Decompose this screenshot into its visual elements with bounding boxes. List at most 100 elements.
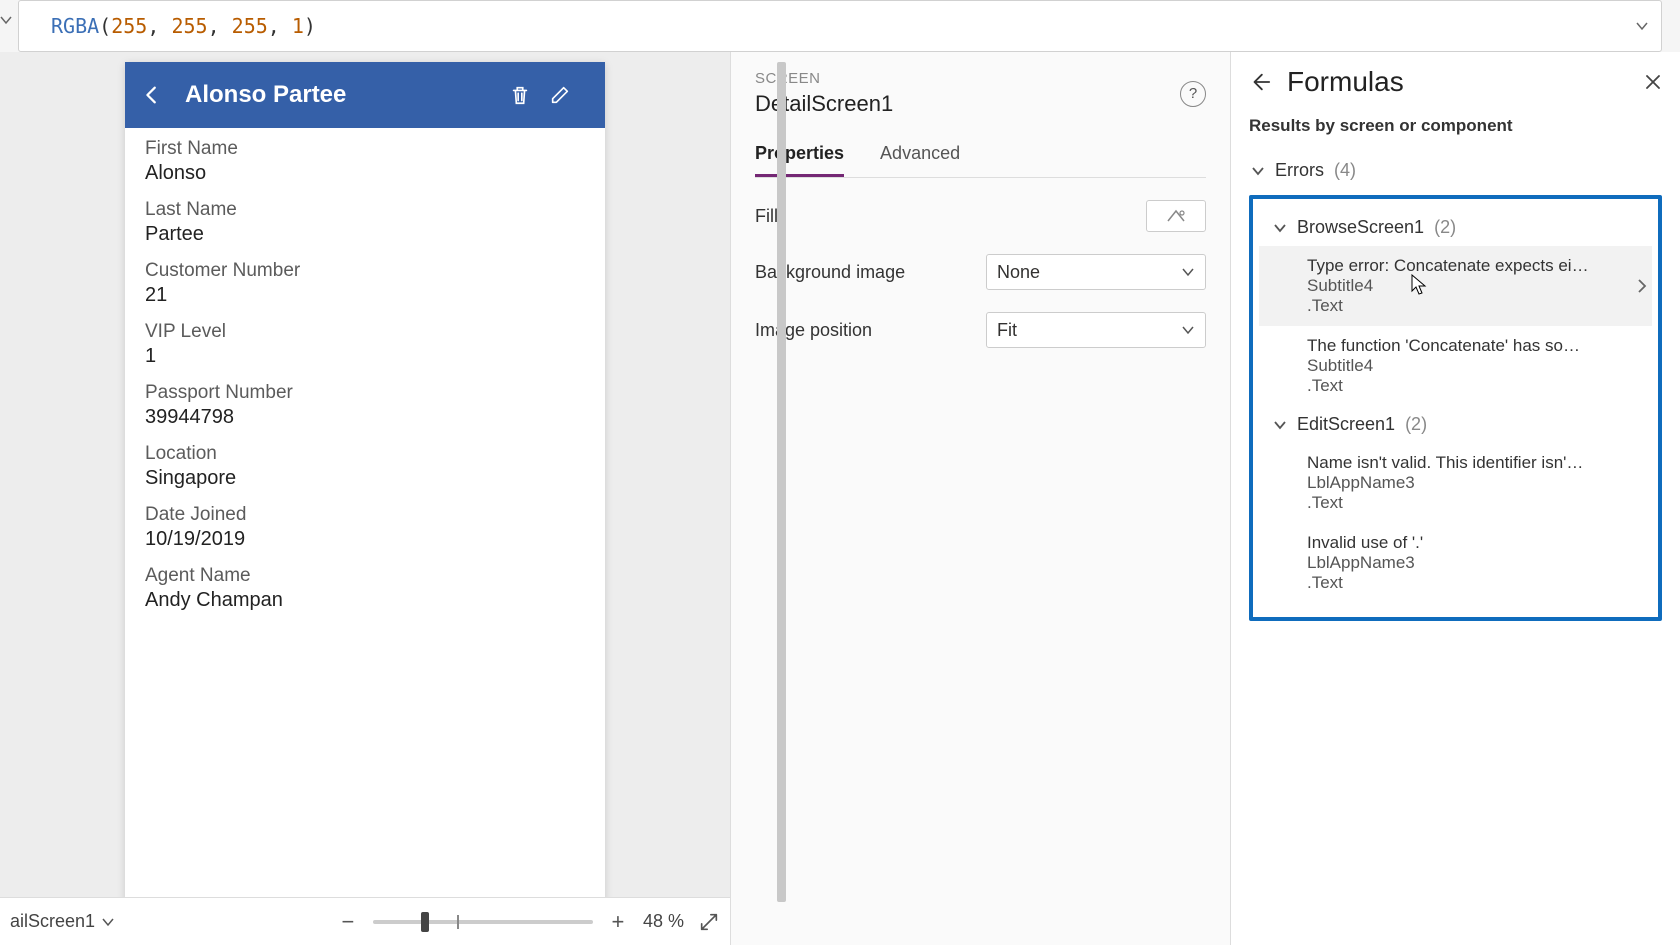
- props-kicker: SCREEN: [755, 70, 893, 87]
- cursor-icon: [1411, 274, 1427, 296]
- zoom-thumb[interactable]: [421, 912, 429, 932]
- field-label: VIP Level: [145, 321, 585, 343]
- imgpos-value: Fit: [997, 320, 1017, 341]
- group-label: BrowseScreen1: [1297, 217, 1424, 238]
- bgimage-select[interactable]: None: [986, 254, 1206, 290]
- help-icon[interactable]: ?: [1180, 81, 1206, 107]
- scrollbar[interactable]: [777, 62, 786, 902]
- field-block: LocationSingapore: [145, 443, 585, 490]
- prop-imgpos-label: Image position: [755, 320, 986, 341]
- field-value: 10/19/2019: [145, 528, 585, 551]
- detail-title: Alonso Partee: [171, 81, 509, 109]
- error-property: .Text: [1307, 376, 1644, 396]
- formulas-panel: Formulas Results by screen or component …: [1230, 52, 1680, 945]
- chevron-down-icon: [1251, 164, 1265, 178]
- imgpos-select[interactable]: Fit: [986, 312, 1206, 348]
- formula-expand-icon[interactable]: [1635, 19, 1649, 33]
- zoom-tick: [457, 915, 459, 929]
- error-control: LblAppName3: [1307, 473, 1644, 493]
- props-tabs: Properties Advanced: [755, 135, 1206, 178]
- canvas-area[interactable]: Alonso Partee First NameAlonsoLast NameP…: [0, 52, 730, 945]
- error-message: Invalid use of '.': [1307, 533, 1644, 553]
- formula-dropdown-icon[interactable]: [0, 13, 13, 27]
- field-block: Passport Number39944798: [145, 382, 585, 429]
- edit-icon[interactable]: [549, 84, 589, 106]
- chevron-down-icon: [101, 915, 115, 929]
- close-icon[interactable]: [1644, 73, 1662, 91]
- zoom-out-button[interactable]: −: [337, 909, 359, 935]
- detail-header: Alonso Partee: [125, 62, 605, 128]
- fullscreen-icon[interactable]: [698, 911, 720, 933]
- error-item[interactable]: Invalid use of '.'LblAppName3.Text: [1259, 523, 1652, 603]
- error-control: Subtitle4: [1307, 356, 1644, 376]
- field-value: 1: [145, 345, 585, 368]
- error-item[interactable]: Type error: Concatenate expects ei…Subti…: [1259, 246, 1652, 326]
- chevron-down-icon: [1273, 221, 1287, 235]
- device-preview[interactable]: Alonso Partee First NameAlonsoLast NameP…: [125, 62, 605, 916]
- formula-bar[interactable]: RGBA(255, 255, 255, 1): [18, 0, 1662, 52]
- back-icon[interactable]: [141, 84, 171, 106]
- bgimage-value: None: [997, 262, 1040, 283]
- group-label: EditScreen1: [1297, 414, 1395, 435]
- formulas-title: Formulas: [1287, 66, 1404, 98]
- field-value: Singapore: [145, 467, 585, 490]
- error-item[interactable]: The function 'Concatenate' has so…Subtit…: [1259, 326, 1652, 406]
- field-block: VIP Level1: [145, 321, 585, 368]
- tab-properties[interactable]: Properties: [755, 135, 844, 177]
- error-message: The function 'Concatenate' has so…: [1307, 336, 1644, 356]
- error-control: Subtitle4: [1307, 276, 1644, 296]
- fill-color-picker[interactable]: [1146, 200, 1206, 232]
- error-message: Name isn't valid. This identifier isn'…: [1307, 453, 1644, 473]
- field-block: Agent NameAndy Champan: [145, 565, 585, 612]
- chevron-down-icon: [1181, 265, 1195, 279]
- error-control: LblAppName3: [1307, 553, 1644, 573]
- prop-bgimage-row: Background image None: [755, 254, 1206, 290]
- errors-label: Errors: [1275, 160, 1324, 181]
- error-item[interactable]: Name isn't valid. This identifier isn'…L…: [1259, 443, 1652, 523]
- field-label: Passport Number: [145, 382, 585, 404]
- formula-results-box: BrowseScreen1 (2) Type error: Concatenate …: [1249, 195, 1662, 621]
- field-label: Last Name: [145, 199, 585, 221]
- prop-bgimage-label: Background image: [755, 262, 986, 283]
- field-label: First Name: [145, 138, 585, 160]
- field-label: Location: [145, 443, 585, 465]
- field-label: Agent Name: [145, 565, 585, 587]
- error-message: Type error: Concatenate expects ei…: [1307, 256, 1644, 276]
- field-block: First NameAlonso: [145, 138, 585, 185]
- prop-imgpos-row: Image position Fit: [755, 312, 1206, 348]
- chevron-down-icon: [1181, 323, 1195, 337]
- screen-selector[interactable]: ailScreen1: [10, 911, 115, 932]
- zoom-value: 48 %: [643, 911, 684, 932]
- formulas-back-icon[interactable]: [1249, 71, 1271, 93]
- field-value: 39944798: [145, 406, 585, 429]
- field-block: Last NamePartee: [145, 199, 585, 246]
- error-property: .Text: [1307, 573, 1644, 593]
- errors-group-toggle[interactable]: Errors (4): [1249, 152, 1662, 189]
- prop-fill-row: Fill: [755, 200, 1206, 232]
- field-block: Customer Number21: [145, 260, 585, 307]
- zoom-in-button[interactable]: +: [607, 909, 629, 935]
- error-property: .Text: [1307, 296, 1644, 316]
- field-value: Andy Champan: [145, 589, 585, 612]
- group-count: (2): [1434, 217, 1456, 238]
- group-count: (2): [1405, 414, 1427, 435]
- field-value: Partee: [145, 223, 585, 246]
- formula-text[interactable]: RGBA(255, 255, 255, 1): [51, 14, 316, 38]
- zoom-slider[interactable]: [373, 920, 593, 924]
- chevron-down-icon: [1273, 418, 1287, 432]
- error-property: .Text: [1307, 493, 1644, 513]
- results-label: Results by screen or component: [1249, 116, 1662, 136]
- field-label: Date Joined: [145, 504, 585, 526]
- properties-panel: SCREEN DetailScreen1 ? Properties Advanc…: [730, 52, 1230, 945]
- field-value: 21: [145, 284, 585, 307]
- screen-group-toggle[interactable]: BrowseScreen1 (2): [1259, 209, 1652, 246]
- prop-fill-label: Fill: [755, 206, 1146, 227]
- field-block: Date Joined10/19/2019: [145, 504, 585, 551]
- field-value: Alonso: [145, 162, 585, 185]
- screen-group-toggle[interactable]: EditScreen1 (2): [1259, 406, 1652, 443]
- tab-advanced[interactable]: Advanced: [880, 135, 960, 177]
- canvas-status-bar: ailScreen1 − + 48 %: [0, 897, 730, 945]
- delete-icon[interactable]: [509, 83, 549, 107]
- screen-name: ailScreen1: [10, 911, 95, 932]
- props-title: DetailScreen1: [755, 91, 893, 117]
